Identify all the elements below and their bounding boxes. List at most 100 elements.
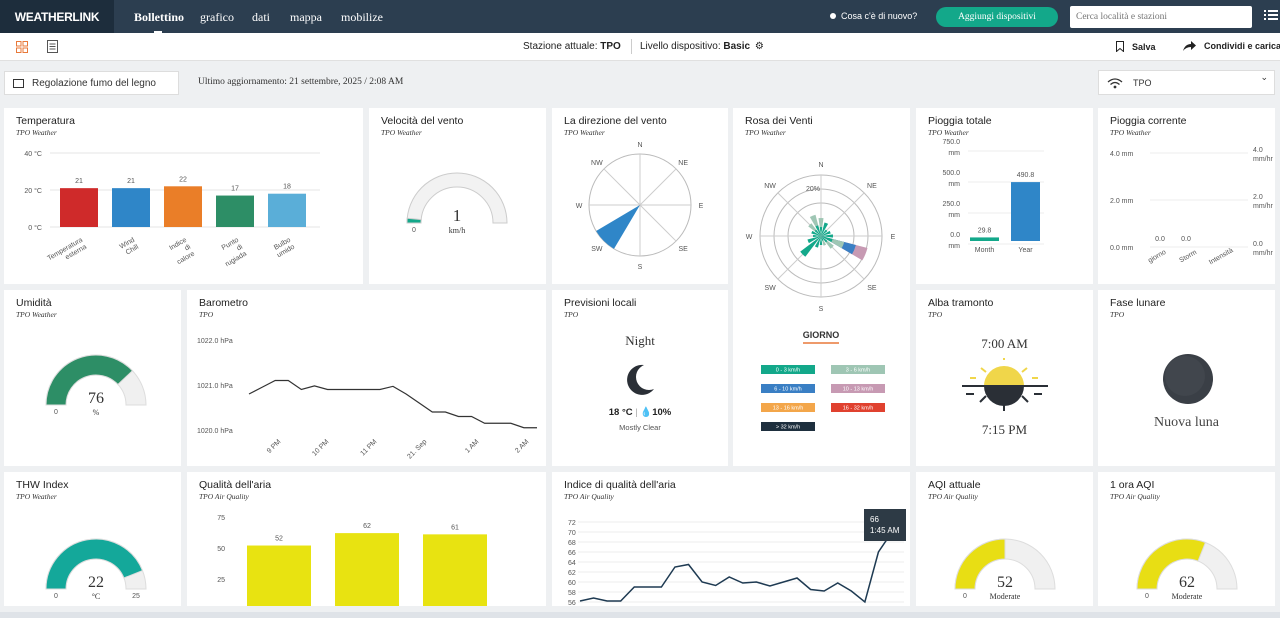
temperature-bar (112, 188, 150, 227)
rose-spoke (820, 192, 865, 237)
bar-value-label: 29.8 (978, 227, 992, 234)
rain-rate-chart: 4.0 mm 2.0 mm 0.0 mm 4.0 mm/hr 2.0 mm/hr 0.0 mm/… (1110, 147, 1274, 266)
wind-speed-gauge: 1km/h 0 (406, 172, 508, 235)
category-label: Year (1018, 247, 1033, 254)
barometer-chart: 1022.0 hPa 1021.0 hPa 1020.0 hPa 9 PM 10 PM 1… (197, 338, 537, 460)
y-tick-label: 250.0 (942, 201, 960, 208)
aqi-index-card: Indice di qualità dell'aria TPO Air Qual… (552, 472, 910, 606)
y-tick-label: 500.0 (942, 170, 960, 177)
rain-total-chart: 750.0 mm 500.0 mm 250.0 mm 0.0 mm 29.8 Month 490.8… (942, 139, 1044, 254)
share-button[interactable]: Condividi e carica (1183, 41, 1280, 51)
category-label: Storm (1178, 249, 1198, 264)
whats-new-label: Cosa c'è di nuovo? (841, 11, 918, 21)
aqi-current-card: AQI attuale TPO Air Quality 52 Moderate 0 (916, 472, 1093, 606)
gear-icon[interactable]: ⚙ (755, 41, 764, 52)
temperature-chart: 40 °C 20 °C 0 °C 21 Temperaturaesterna 21 Wind… (24, 150, 320, 268)
nav-bollettino[interactable]: Bollettino (134, 10, 184, 25)
station-select[interactable]: TPO ⌄ (1098, 70, 1275, 95)
y-tick-label: 60 (568, 580, 576, 587)
rain-rate-card: Pioggia corrente TPO Weather 4.0 mm 2.0 m… (1098, 108, 1275, 284)
last-update: Ultimo aggiornamento: 21 settembre, 2025… (198, 77, 404, 87)
bar-value-label: 52 (275, 536, 283, 543)
device-level: Livello dispositivo: Basic ⚙ (640, 41, 764, 52)
y-unit-label: mm (948, 150, 960, 157)
y-tick-label: 1022.0 hPa (197, 338, 233, 345)
nav-grafico[interactable]: grafico (200, 10, 234, 25)
list-view-icon[interactable] (47, 40, 58, 53)
gauge-unit: % (93, 408, 100, 417)
y-tick-label-left: 0.0 mm (1110, 245, 1134, 252)
y-tick-label: 750.0 (942, 139, 960, 146)
search-input[interactable] (1070, 6, 1252, 28)
y-tick-label: 75 (217, 515, 225, 522)
top-navigation: WEATHERLINK Bollettino grafico dati mapp… (0, 0, 1280, 33)
wind-direction-compass: N NE E SE S SW W NW (576, 142, 704, 271)
forecast-period: Night (625, 333, 655, 348)
new-moon-icon (1163, 354, 1213, 404)
save-label: Salva (1132, 41, 1156, 52)
card-title: Alba tramonto (928, 297, 994, 309)
moon-phase-label: Nuova luna (1154, 415, 1219, 430)
nav-dati[interactable]: dati (252, 10, 270, 25)
category-label: Indicedicalore (168, 236, 196, 266)
tooltip-box (864, 509, 906, 541)
gauge-unit: km/h (449, 226, 465, 235)
gauge-unit: Moderate (990, 592, 1021, 601)
bar-value-label: 61 (451, 524, 459, 531)
y-tick-label-left: 2.0 mm (1110, 198, 1134, 205)
air-quality-bar (335, 533, 399, 606)
weatherlink-logo[interactable]: WEATHERLINK (0, 0, 114, 33)
wind-rose-card: Rosa dei Venti TPO Weather N NE E SE S SW W NW 2… (733, 108, 910, 466)
gauge-value: 1 (453, 206, 462, 225)
rose-direction-label: E (891, 234, 896, 241)
share-label: Condividi e carica (1204, 41, 1280, 51)
bar-value-label: 0.0 (1155, 236, 1165, 243)
pressure-line (248, 379, 537, 429)
humidity-card: Umidità TPO Weather 76% 0 (4, 290, 181, 466)
compass-direction-label: N (637, 142, 642, 149)
category-label-line: rugiada (224, 250, 248, 268)
compass-spoke (603, 168, 641, 206)
station-select-value: TPO (1133, 77, 1152, 88)
category-label-line: calore (176, 250, 196, 266)
y-tick-label: 25 (217, 577, 225, 584)
card-title: Previsioni locali (564, 297, 637, 309)
bar-value-label: 490.8 (1017, 172, 1035, 179)
y-tick-label: 64 (568, 560, 576, 567)
card-source: TPO (928, 310, 943, 319)
y-tick-label-right: 0.0 (1253, 241, 1263, 248)
rain-bar (970, 237, 999, 241)
sunset-time: 7:15 PM (981, 422, 1028, 437)
wood-smoke-toggle[interactable]: Regolazione fumo del legno (4, 71, 179, 95)
divider (631, 39, 632, 54)
wind-speed-card: Velocità del vento TPO Weather 1 km/h 0 (369, 108, 546, 284)
checkbox-icon[interactable] (13, 78, 24, 88)
category-label: WindChill (119, 236, 141, 257)
nav-mappa[interactable]: mappa (290, 10, 322, 25)
gauge-fill (1136, 538, 1207, 590)
chevron-down-icon: ⌄ (1260, 72, 1268, 82)
forecast-precip: 10% (652, 407, 672, 418)
nav-mobilize[interactable]: mobilize (341, 10, 383, 25)
rose-direction-label: SE (867, 285, 877, 292)
gauge-min-label: 0 (54, 593, 58, 600)
bar-value-label: 22 (179, 176, 187, 183)
card-source: TPO (564, 310, 579, 319)
forecast-card: Previsioni locali TPO Night 18 °C | 💧10%… (552, 290, 728, 466)
rose-direction-label: NW (764, 183, 776, 190)
level-label: Livello dispositivo: (640, 41, 721, 52)
y-tick-label: 20 °C (24, 187, 42, 195)
y-tick-label: 58 (568, 590, 576, 597)
y-tick-label: 0.0 (950, 232, 960, 239)
bookmark-icon (1116, 41, 1124, 52)
y-tick-label: 0 °C (28, 224, 42, 232)
whats-new-link[interactable]: Cosa c'è di nuovo? (830, 11, 917, 21)
gauge-fill (406, 217, 422, 224)
tooltip-time: 1:45 AM (870, 526, 900, 535)
add-devices-button[interactable]: Aggiungi dispositivi (936, 7, 1058, 27)
grid-view-icon[interactable] (16, 41, 28, 53)
save-button[interactable]: Salva (1116, 41, 1156, 52)
forecast-description: Mostly Clear (619, 423, 661, 432)
gauge-value: 22 (88, 574, 104, 591)
menu-list-icon[interactable] (1264, 9, 1278, 21)
